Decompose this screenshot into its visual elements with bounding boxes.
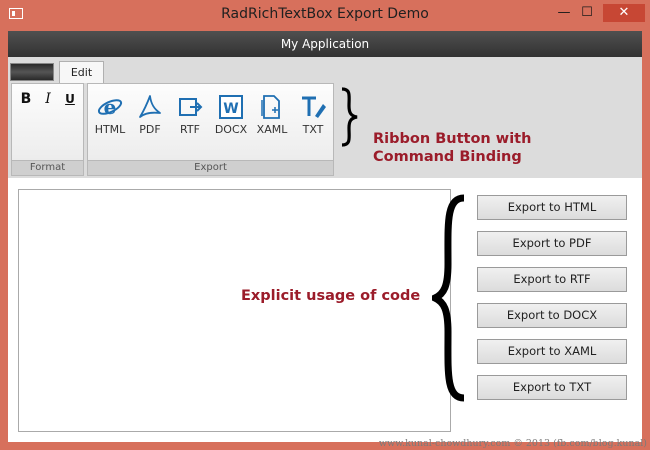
export-to-rtf-button[interactable]: Export to RTF <box>477 267 627 292</box>
export-pdf-ribbon-button[interactable]: PDF <box>131 88 169 144</box>
tab-edit[interactable]: Edit <box>59 61 104 83</box>
pdf-icon <box>139 95 161 118</box>
ribbon-annotation: Ribbon Button with Command Binding <box>373 130 531 166</box>
export-group: e HTML PDF RTF W DOCX XAML TXT Export <box>87 83 334 176</box>
ribbon-annotation-line2: Command Binding <box>373 149 522 165</box>
ribbon: Edit B I U Format e HTML PDF RTF W DOCX … <box>8 57 642 178</box>
export-docx-ribbon-button[interactable]: W DOCX <box>212 88 250 144</box>
xaml-icon <box>261 95 280 119</box>
export-to-txt-button[interactable]: Export to TXT <box>477 375 627 400</box>
format-group: B I U Format <box>11 83 84 176</box>
app-header: My Application <box>8 31 642 57</box>
export-to-html-button[interactable]: Export to HTML <box>477 195 627 220</box>
minimize-button[interactable]: — <box>550 4 578 22</box>
code-annotation: Explicit usage of code <box>241 288 421 304</box>
rtf-icon <box>179 98 203 116</box>
export-to-pdf-button[interactable]: Export to PDF <box>477 231 627 256</box>
app-window: RadRichTextBox Export Demo — ☐ ✕ My Appl… <box>0 0 650 450</box>
svg-text:e: e <box>104 95 117 119</box>
export-group-label: Export <box>88 160 333 175</box>
export-html-ribbon-button[interactable]: e HTML <box>91 88 129 144</box>
close-button[interactable]: ✕ <box>603 4 645 22</box>
application-menu-button[interactable] <box>10 63 54 81</box>
bold-button[interactable]: B <box>17 90 35 108</box>
txt-icon <box>302 96 326 118</box>
export-rtf-ribbon-button[interactable]: RTF <box>171 88 209 144</box>
rich-text-editor[interactable] <box>18 189 451 432</box>
italic-button[interactable]: I <box>39 90 57 108</box>
format-group-label: Format <box>12 160 83 175</box>
client-area: My Application Edit B I U Format e HTML <box>8 31 642 442</box>
export-txt-label: TXT <box>302 123 324 136</box>
maximize-button[interactable]: ☐ <box>576 4 598 22</box>
ribbon-annotation-line1: Ribbon Button with <box>373 131 532 147</box>
svg-text:W: W <box>223 101 238 117</box>
export-xaml-ribbon-button[interactable]: XAML <box>253 88 291 144</box>
export-txt-ribbon-button[interactable]: TXT <box>294 88 332 144</box>
export-to-xaml-button[interactable]: Export to XAML <box>477 339 627 364</box>
title-bar[interactable]: RadRichTextBox Export Demo — ☐ ✕ <box>0 0 650 30</box>
underline-button[interactable]: U <box>61 90 79 108</box>
code-brace <box>432 194 465 402</box>
watermark: www.kunal-chowdhury.com © 2013 (fb.com/b… <box>378 438 647 449</box>
ie-icon: e <box>97 95 123 119</box>
word-icon: W <box>219 95 243 119</box>
ribbon-brace <box>341 87 358 147</box>
export-to-docx-button[interactable]: Export to DOCX <box>477 303 627 328</box>
